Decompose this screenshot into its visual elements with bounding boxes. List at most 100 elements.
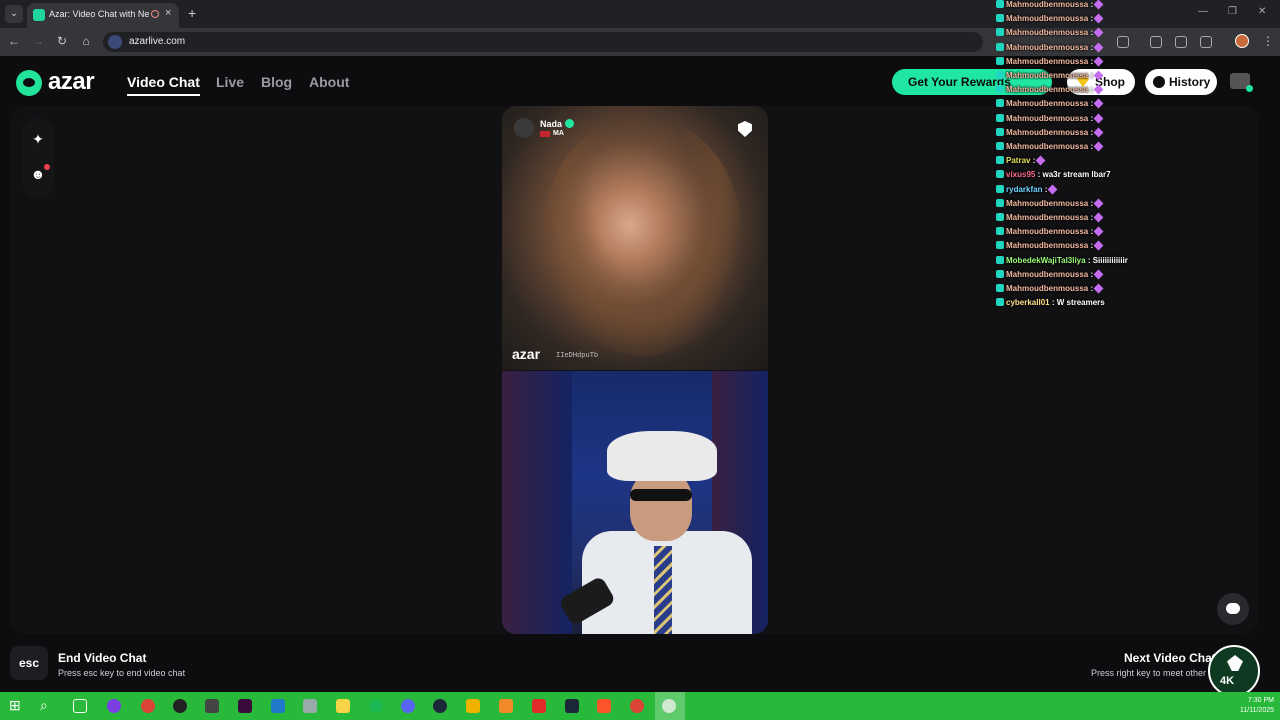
chat-username: Mahmoudbenmoussa bbox=[1006, 28, 1089, 38]
chat-emote-icon bbox=[1035, 155, 1046, 166]
chat-username: Patrav bbox=[1006, 156, 1031, 166]
chat-line: rydarkfan : bbox=[996, 184, 1058, 199]
spotify-icon[interactable] bbox=[369, 699, 383, 713]
peer-avatar[interactable] bbox=[514, 118, 534, 138]
chat-line: MobedekWajiTal3liya : Siiiiiiiiiiiir bbox=[996, 255, 1128, 270]
vegas-icon[interactable] bbox=[238, 699, 252, 713]
app-a-icon[interactable] bbox=[499, 699, 513, 713]
chat-line: Mahmoudbenmoussa : bbox=[996, 283, 1104, 298]
azar-favicon-icon bbox=[33, 9, 45, 21]
chat-line: Mahmoudbenmoussa : bbox=[996, 113, 1104, 128]
chat-emote-icon bbox=[1093, 269, 1104, 280]
profile-avatar[interactable] bbox=[1235, 34, 1249, 48]
extensions-icon[interactable] bbox=[1117, 36, 1129, 48]
chat-username: Mahmoudbenmoussa bbox=[1006, 142, 1089, 151]
watermark-id: IIeDHdpuTb bbox=[556, 351, 599, 359]
chat-badge-icon bbox=[996, 241, 1004, 250]
chat-bubble-button[interactable] bbox=[1217, 593, 1249, 625]
reload-icon[interactable]: ↻ bbox=[54, 34, 70, 48]
maximize-button[interactable]: ❐ bbox=[1228, 6, 1237, 17]
disk-icon[interactable] bbox=[303, 699, 317, 713]
chat-message: : bbox=[1090, 14, 1094, 24]
back-icon[interactable]: ← bbox=[6, 34, 22, 48]
chat-username: Mahmoudbenmoussa bbox=[1006, 56, 1089, 66]
browser-menu-icon[interactable]: ⋮ bbox=[1262, 34, 1274, 48]
key-icon[interactable] bbox=[1175, 36, 1187, 48]
esc-key-hint[interactable]: esc bbox=[10, 646, 48, 680]
browser-tab[interactable]: Azar: Video Chat with New × bbox=[27, 3, 179, 28]
azar-logo-text[interactable]: azar bbox=[48, 68, 95, 96]
tab-close-icon[interactable]: × bbox=[165, 7, 171, 19]
history-button[interactable]: History bbox=[1145, 69, 1217, 95]
nav-blog[interactable]: Blog bbox=[261, 74, 292, 90]
nav-about[interactable]: About bbox=[309, 74, 349, 90]
tab-list-button[interactable]: ⌄ bbox=[5, 5, 23, 23]
brave-icon[interactable] bbox=[597, 699, 611, 713]
chat-username: Mahmoudbenmoussa bbox=[1006, 71, 1089, 80]
chat-message: : bbox=[1090, 241, 1094, 251]
azar-app-icon[interactable] bbox=[662, 699, 676, 713]
side-tools-panel: ✦ ☻ bbox=[22, 118, 54, 198]
nav-live[interactable]: Live bbox=[216, 74, 244, 90]
chat-username: Mahmoudbenmoussa bbox=[1006, 198, 1089, 208]
chat-username: Mahmoudbenmoussa bbox=[1006, 99, 1089, 109]
azar-logo-icon[interactable] bbox=[16, 70, 42, 96]
address-bar[interactable]: azarlive.com bbox=[103, 32, 983, 52]
taskbar-clock[interactable]: 7:30 PM 11/11/2025 bbox=[1238, 696, 1274, 716]
url-text: azarlive.com bbox=[129, 36, 186, 47]
chat-badge-icon bbox=[996, 56, 1004, 65]
close-window-button[interactable]: ✕ bbox=[1258, 6, 1266, 17]
curtain-left bbox=[502, 371, 572, 634]
photos-icon[interactable] bbox=[271, 699, 285, 713]
chat-line: Mahmoudbenmoussa : bbox=[996, 141, 1104, 156]
chat-emote-icon bbox=[1093, 98, 1104, 109]
search-icon[interactable]: ⌕ bbox=[40, 697, 48, 714]
chat-emote-icon bbox=[1093, 283, 1104, 294]
sparkle-icon[interactable]: ✦ bbox=[30, 131, 46, 147]
windows-taskbar: ⊞ ⌕ bbox=[0, 692, 1280, 720]
chat-emote-icon bbox=[1093, 127, 1104, 138]
site-info-icon[interactable] bbox=[108, 35, 122, 49]
chat-message: : Siiiiiiiiiiiir bbox=[1087, 255, 1128, 265]
app-circle-icon[interactable] bbox=[107, 699, 121, 713]
obs-icon[interactable] bbox=[173, 699, 187, 713]
user-avatar[interactable] bbox=[1230, 73, 1253, 92]
chat-emote-icon bbox=[1093, 212, 1104, 223]
steam-icon[interactable] bbox=[433, 699, 447, 713]
chat-emote-icon bbox=[1093, 56, 1104, 67]
new-tab-button[interactable]: + bbox=[188, 5, 196, 21]
capcut-icon[interactable] bbox=[205, 699, 219, 713]
chat-badge-icon bbox=[996, 269, 1004, 278]
steam-alt-icon[interactable] bbox=[565, 699, 579, 713]
chrome-icon[interactable] bbox=[141, 699, 155, 713]
sticky-notes-icon[interactable] bbox=[466, 699, 480, 713]
tab-title: Azar: Video Chat with New bbox=[49, 9, 149, 19]
task-view-icon[interactable] bbox=[73, 699, 87, 713]
start-icon[interactable]: ⊞ bbox=[9, 697, 21, 714]
minimize-button[interactable]: — bbox=[1198, 6, 1208, 17]
chat-line: Mahmoudbenmoussa : bbox=[996, 269, 1104, 284]
chat-username: Mahmoudbenmoussa bbox=[1006, 0, 1089, 9]
chat-emote-icon bbox=[1093, 0, 1104, 10]
end-chat-title[interactable]: End Video Chat bbox=[58, 651, 146, 665]
next-chat-title[interactable]: Next Video Chat bbox=[1124, 651, 1216, 665]
chat-emote-icon bbox=[1093, 84, 1104, 95]
chat-badge-icon bbox=[996, 28, 1004, 37]
report-shield-icon[interactable] bbox=[738, 121, 752, 137]
discord-icon[interactable] bbox=[401, 699, 415, 713]
notification-dot bbox=[44, 164, 50, 170]
self-face bbox=[630, 471, 692, 541]
chat-username: rydarkfan bbox=[1006, 184, 1043, 194]
forward-icon[interactable]: → bbox=[30, 34, 46, 48]
chat-username: Mahmoudbenmoussa bbox=[1006, 227, 1089, 237]
cast-icon[interactable] bbox=[1150, 36, 1162, 48]
app-b-icon[interactable] bbox=[532, 699, 546, 713]
chat-line: Mahmoudbenmoussa : bbox=[996, 198, 1104, 213]
home-icon[interactable]: ⌂ bbox=[78, 34, 94, 48]
self-glasses bbox=[630, 489, 692, 501]
nav-video-chat[interactable]: Video Chat bbox=[127, 74, 200, 96]
chat-badge-icon bbox=[996, 85, 1004, 94]
chrome-alt-icon[interactable] bbox=[630, 699, 644, 713]
file-explorer-icon[interactable] bbox=[336, 699, 350, 713]
history-icon[interactable] bbox=[1200, 36, 1212, 48]
